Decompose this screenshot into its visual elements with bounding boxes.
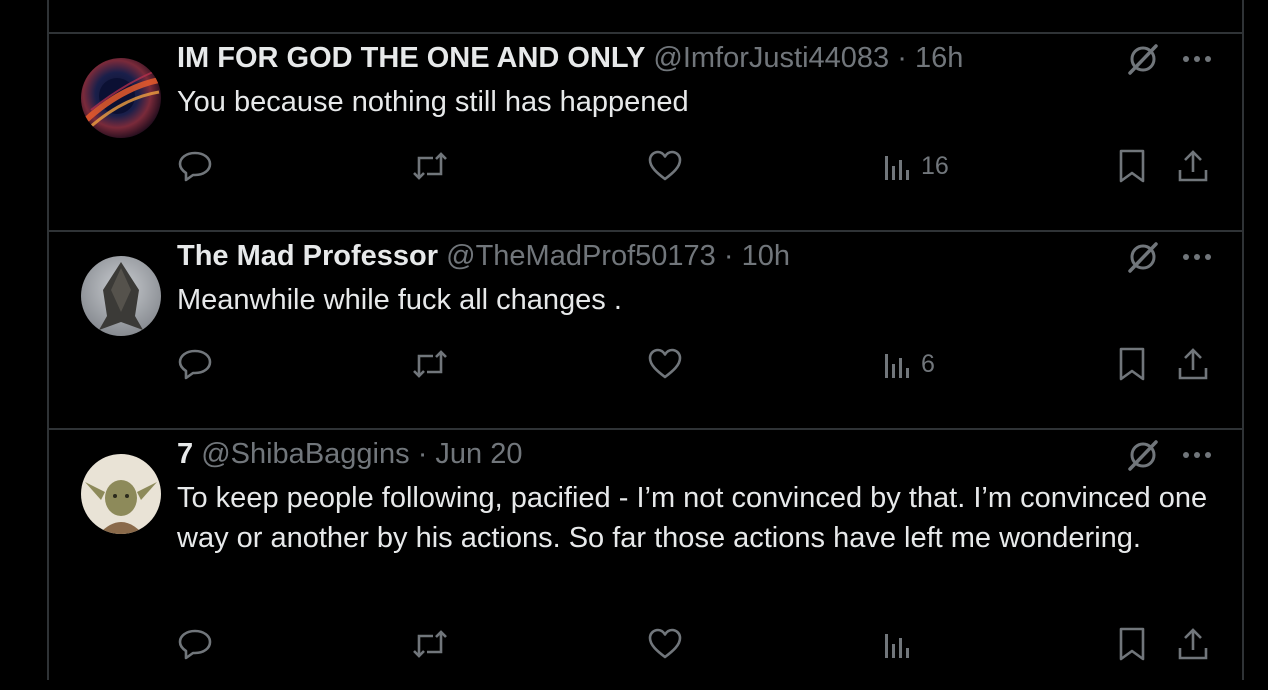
reply-icon — [177, 626, 213, 662]
retweet-button[interactable] — [411, 624, 449, 664]
share-button[interactable] — [1177, 146, 1209, 186]
bookmark-button[interactable] — [1117, 624, 1147, 664]
separator: · — [723, 240, 734, 272]
bookmark-button[interactable] — [1117, 146, 1147, 186]
share-icon — [1177, 148, 1209, 184]
views-button[interactable]: 6 — [883, 344, 935, 384]
timestamp[interactable]: 10h — [742, 240, 790, 272]
retweet-icon — [411, 148, 449, 184]
tweet-corner-actions — [1126, 438, 1212, 472]
bookmark-button[interactable] — [1117, 344, 1147, 384]
more-icon[interactable] — [1182, 451, 1212, 459]
avatar-arrowhead — [81, 256, 161, 336]
tweet-actions: 6 — [177, 344, 1217, 384]
retweet-button[interactable] — [411, 146, 449, 186]
tweet-header: IM FOR GOD THE ONE AND ONLY @ImforJusti4… — [177, 40, 963, 76]
like-button[interactable] — [647, 624, 683, 664]
share-icon — [1177, 626, 1209, 662]
tweet-actions: 16 — [177, 146, 1217, 186]
grok-icon[interactable] — [1126, 438, 1160, 472]
avatar-galaxy — [81, 58, 161, 138]
share-icon — [1177, 346, 1209, 382]
retweet-icon — [411, 626, 449, 662]
bookmark-icon — [1117, 626, 1147, 662]
separator: · — [417, 438, 428, 470]
tweet-text: Meanwhile while fuck all changes . — [177, 284, 622, 316]
share-button[interactable] — [1177, 624, 1209, 664]
views-icon — [883, 628, 913, 660]
view-count: 16 — [921, 151, 949, 180]
more-icon[interactable] — [1182, 55, 1212, 63]
grok-icon[interactable] — [1126, 42, 1160, 76]
display-name[interactable]: IM FOR GOD THE ONE AND ONLY — [177, 42, 645, 74]
more-icon[interactable] — [1182, 253, 1212, 261]
views-button[interactable] — [883, 624, 913, 664]
avatar-yoda — [81, 454, 161, 534]
views-icon — [883, 150, 913, 182]
avatar[interactable] — [81, 58, 161, 138]
timeline: IM FOR GOD THE ONE AND ONLY @ImforJusti4… — [47, 0, 1244, 680]
tweet-header: 7 @ShibaBaggins · Jun 20 — [177, 436, 523, 472]
timestamp[interactable]: 16h — [915, 42, 963, 74]
like-icon — [647, 626, 683, 662]
display-name[interactable]: The Mad Professor — [177, 240, 438, 272]
tweet-text: You because nothing still has happened — [177, 86, 689, 118]
like-button[interactable] — [647, 146, 683, 186]
reply-button[interactable] — [177, 146, 213, 186]
avatar[interactable] — [81, 256, 161, 336]
previous-tweet-actions — [177, 0, 1217, 10]
handle[interactable]: @TheMadProf50173 — [446, 240, 716, 272]
like-button[interactable] — [647, 344, 683, 384]
tweet[interactable]: The Mad Professor @TheMadProf50173 · 10h… — [49, 232, 1242, 430]
handle[interactable]: @ImforJusti44083 — [653, 42, 889, 74]
like-icon — [647, 148, 683, 184]
reply-icon — [177, 346, 213, 382]
display-name[interactable]: 7 — [177, 438, 193, 470]
reply-button[interactable] — [177, 624, 213, 664]
separator: · — [897, 42, 907, 74]
grok-icon[interactable] — [1126, 240, 1160, 274]
reply-icon — [177, 148, 213, 184]
bookmark-icon — [1117, 148, 1147, 184]
avatar[interactable] — [81, 454, 161, 534]
views-icon[interactable] — [885, 0, 911, 2]
tweet-text: To keep people following, pacified - I’m… — [177, 482, 1208, 554]
reply-button[interactable] — [177, 344, 213, 384]
retweet-icon — [411, 346, 449, 382]
timestamp[interactable]: Jun 20 — [435, 438, 522, 470]
views-icon — [883, 348, 913, 380]
share-button[interactable] — [1177, 344, 1209, 384]
view-count: 6 — [921, 349, 935, 378]
tweet[interactable]: 7 @ShibaBaggins · Jun 20 To keep people … — [49, 430, 1242, 690]
tweet-corner-actions — [1126, 240, 1212, 274]
like-icon — [647, 346, 683, 382]
tweet-corner-actions — [1126, 42, 1212, 76]
tweet[interactable]: IM FOR GOD THE ONE AND ONLY @ImforJusti4… — [49, 34, 1242, 232]
retweet-button[interactable] — [411, 344, 449, 384]
handle[interactable]: @ShibaBaggins — [201, 438, 409, 470]
bookmark-icon — [1117, 346, 1147, 382]
views-button[interactable]: 16 — [883, 146, 949, 186]
tweet-actions — [177, 624, 1217, 664]
tweet-header: The Mad Professor @TheMadProf50173 · 10h — [177, 238, 790, 274]
